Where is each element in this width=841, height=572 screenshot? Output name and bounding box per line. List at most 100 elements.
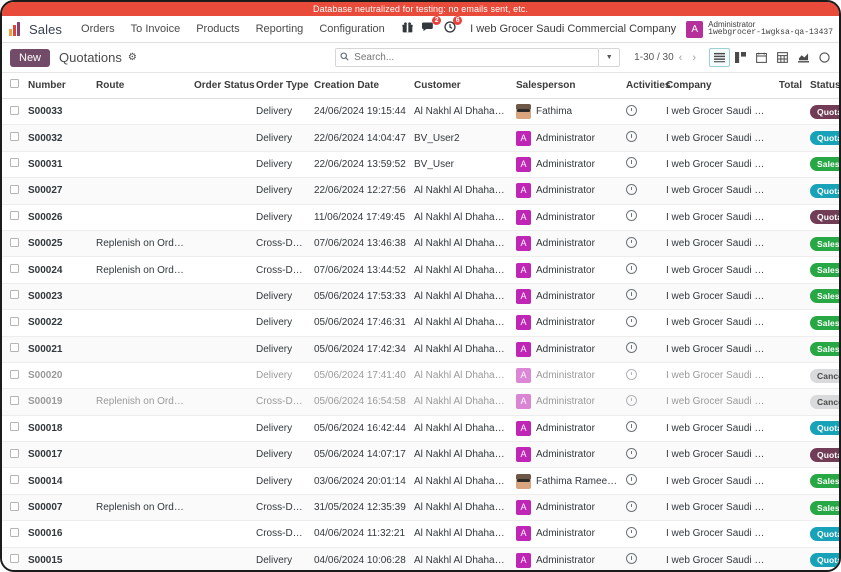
pivot-view-icon[interactable] <box>772 48 793 67</box>
activity-clock-icon[interactable] <box>626 526 637 538</box>
cell-activities[interactable] <box>622 98 662 126</box>
cell-activities[interactable] <box>622 441 662 469</box>
table-row[interactable]: S00027 Delivery 22/06/2024 12:27:56 Al Nakh… <box>2 177 839 205</box>
table-row[interactable]: S00032 Delivery 22/06/2024 14:04:47 BV_User… <box>2 124 839 152</box>
list-view-icon[interactable] <box>709 48 730 67</box>
column-header-route[interactable]: Route <box>92 73 190 99</box>
cell-activities[interactable] <box>622 256 662 284</box>
cell-number[interactable]: S00014 <box>24 467 92 495</box>
table-row[interactable]: S00017 Delivery 05/06/2024 14:07:17 Al Nakh… <box>2 441 839 469</box>
table-row[interactable]: S00015 Delivery 04/06/2024 10:06:28 Al Nakh… <box>2 547 839 570</box>
row-checkbox[interactable] <box>10 264 19 274</box>
messages-icon[interactable]: 2 <box>422 16 442 38</box>
activity-clock-icon[interactable] <box>626 394 637 406</box>
avatar[interactable]: A <box>686 20 704 38</box>
activity-clock-icon[interactable] <box>626 315 637 327</box>
cell-number[interactable]: S00007 <box>24 494 92 522</box>
row-checkbox[interactable] <box>10 132 19 142</box>
company-switcher[interactable]: I web Grocer Saudi Commercial Company <box>470 23 676 35</box>
row-checkbox[interactable] <box>10 369 19 379</box>
cell-number[interactable]: S00022 <box>24 309 92 337</box>
user-menu[interactable]: Administrator 1webgrocer-1wgksa-qa-13437 <box>708 21 833 38</box>
row-checkbox[interactable] <box>10 554 19 564</box>
cell-activities[interactable] <box>622 467 662 495</box>
row-checkbox[interactable] <box>10 237 19 247</box>
cell-activities[interactable] <box>622 204 662 231</box>
new-button[interactable]: New <box>10 48 51 67</box>
select-all-checkbox[interactable] <box>10 79 19 88</box>
cell-number[interactable]: S00018 <box>24 415 92 443</box>
cell-activities[interactable] <box>622 547 662 570</box>
column-header-creation-date[interactable]: Creation Date <box>310 73 410 99</box>
activity-clock-icon[interactable] <box>626 157 637 169</box>
cell-activities[interactable] <box>622 336 662 363</box>
row-checkbox[interactable] <box>10 395 19 405</box>
menu-reporting[interactable]: Reporting <box>248 23 312 35</box>
menu-configuration[interactable]: Configuration <box>311 23 392 35</box>
cell-number[interactable]: S00020 <box>24 362 92 390</box>
column-header-company[interactable]: Company <box>662 73 772 99</box>
search-container[interactable] <box>335 48 600 67</box>
activity-clock-icon[interactable] <box>626 368 637 380</box>
chevron-right-icon[interactable]: › <box>687 52 701 64</box>
table-row[interactable]: S00021 Delivery 05/06/2024 17:42:34 Al Nakh… <box>2 336 839 363</box>
table-row[interactable]: S00018 Delivery 05/06/2024 16:42:44 Al Nakh… <box>2 415 839 443</box>
cell-activities[interactable] <box>622 415 662 443</box>
activity-clock-icon[interactable] <box>626 210 637 222</box>
table-row[interactable]: S00020 Delivery 05/06/2024 17:41:40 Al Nakh… <box>2 362 839 390</box>
table-row[interactable]: S00031 Delivery 22/06/2024 13:59:52 BV_User… <box>2 151 839 179</box>
graph-view-icon[interactable] <box>793 48 814 67</box>
table-row[interactable]: S00014 Delivery 03/06/2024 20:01:14 Al Nakh… <box>2 467 839 495</box>
activity-clock-icon[interactable] <box>626 289 637 301</box>
chevron-left-icon[interactable]: ‹ <box>674 52 688 64</box>
cell-activities[interactable] <box>622 283 662 311</box>
column-header-status[interactable]: Status <box>806 73 839 99</box>
row-checkbox[interactable] <box>10 527 19 537</box>
cell-activities[interactable] <box>622 520 662 548</box>
column-header-total[interactable]: Total <box>772 73 806 99</box>
table-row[interactable]: S00022 Delivery 05/06/2024 17:46:31 Al Nakh… <box>2 309 839 337</box>
table-row[interactable]: S00025 Replenish on Order (... Cross-Dock 0… <box>2 230 839 258</box>
search-input[interactable] <box>354 52 595 63</box>
activity-clock-icon[interactable] <box>626 447 637 459</box>
app-name[interactable]: Sales <box>29 22 62 37</box>
column-header-order-type[interactable]: Order Type <box>252 73 310 99</box>
cell-number[interactable]: S00016 <box>24 520 92 548</box>
activity-clock-icon[interactable] <box>626 183 637 195</box>
cell-number[interactable]: S00017 <box>24 441 92 469</box>
gear-icon[interactable]: ⚙ <box>128 52 137 63</box>
cell-number[interactable]: S00031 <box>24 151 92 179</box>
cell-number[interactable]: S00021 <box>24 336 92 363</box>
cell-number[interactable]: S00024 <box>24 256 92 284</box>
column-header-activities[interactable]: Activities <box>622 73 670 99</box>
activity-clock-icon[interactable] <box>626 553 637 565</box>
row-checkbox[interactable] <box>10 422 19 432</box>
cell-activities[interactable] <box>622 309 662 337</box>
row-checkbox[interactable] <box>10 501 19 511</box>
activity-clock-icon[interactable] <box>626 236 637 248</box>
cell-number[interactable]: S00026 <box>24 204 92 231</box>
table-row[interactable]: S00007 Replenish on Order (... Cross-Dock 3… <box>2 494 839 522</box>
row-checkbox[interactable] <box>10 475 19 485</box>
cell-number[interactable]: S00025 <box>24 230 92 258</box>
table-row[interactable]: S00023 Delivery 05/06/2024 17:53:33 Al Nakh… <box>2 283 839 311</box>
row-checkbox[interactable] <box>10 184 19 194</box>
cell-activities[interactable] <box>622 388 662 416</box>
calendar-view-icon[interactable] <box>751 48 772 67</box>
table-row[interactable]: S00033 Delivery 24/06/2024 19:15:44 Al Nakh… <box>2 98 839 126</box>
activity-clock-icon[interactable] <box>626 342 637 354</box>
activity-clock-icon[interactable] <box>626 500 637 512</box>
activities-clock-icon[interactable]: 6 <box>444 16 463 38</box>
gift-icon[interactable] <box>402 20 413 38</box>
activity-clock-icon[interactable] <box>626 421 637 433</box>
cell-number[interactable]: S00027 <box>24 177 92 205</box>
row-checkbox[interactable] <box>10 105 19 115</box>
activity-clock-icon[interactable] <box>626 131 637 143</box>
row-checkbox[interactable] <box>10 211 19 221</box>
cell-activities[interactable] <box>622 177 662 205</box>
column-header-order-status[interactable]: Order Status <box>190 73 255 99</box>
cohort-view-icon[interactable] <box>814 48 835 67</box>
menu-to-invoice[interactable]: To Invoice <box>123 23 189 35</box>
cell-activities[interactable] <box>622 362 662 390</box>
column-header-customer[interactable]: Customer <box>410 73 512 99</box>
